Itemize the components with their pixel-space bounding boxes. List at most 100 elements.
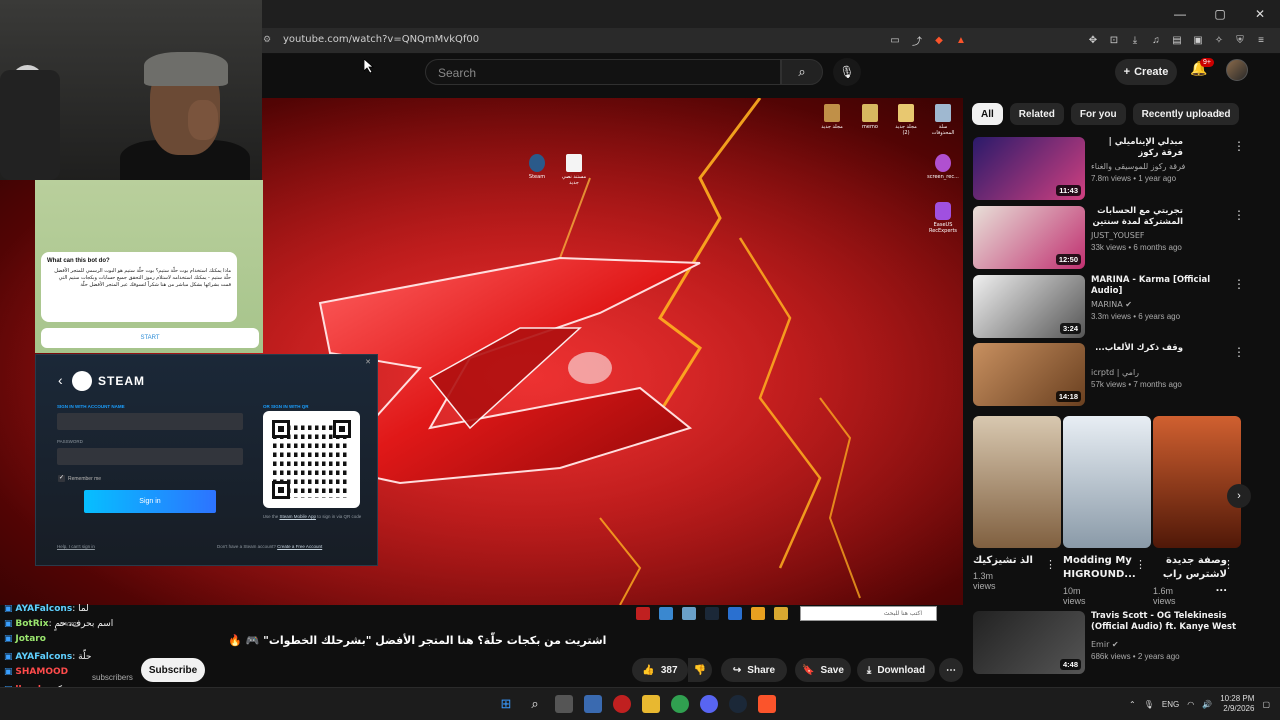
search-input[interactable]: Search <box>425 59 781 85</box>
sign-in-button[interactable]: Sign in <box>84 490 216 513</box>
clock[interactable]: 10:28 PM 2/9/2026 <box>1220 694 1254 714</box>
tray-overflow-icon[interactable]: ⌃ <box>1129 700 1136 709</box>
wallet-icon[interactable]: ▣ <box>1191 33 1205 47</box>
short-title[interactable]: Modding My HIGROUND... <box>1063 554 1136 582</box>
video-title[interactable]: مبدلي الإيناميلي | فرقة ركوز <box>1091 137 1183 159</box>
screenshot-icon[interactable]: ⊡ <box>1107 33 1121 47</box>
file-explorer-icon[interactable] <box>642 695 660 713</box>
recommendation-item[interactable]: 4:48 Travis Scott - OG Telekinesis (Offi… <box>973 611 1273 675</box>
checkbox-checked-icon[interactable]: ✓ <box>58 475 65 482</box>
video-thumbnail[interactable]: 4:48 <box>973 611 1085 674</box>
video-thumbnail[interactable]: 3:24 <box>973 275 1085 338</box>
close-button[interactable]: ✕ <box>1240 0 1280 28</box>
bot-start-button[interactable]: START <box>41 328 259 348</box>
vpn-icon[interactable]: ⛨ <box>1233 33 1247 47</box>
more-vertical-icon[interactable]: ⋮ <box>1233 208 1245 222</box>
steam-icon[interactable] <box>729 695 747 713</box>
notification-center-icon[interactable]: ▢ <box>1262 700 1270 709</box>
video-thumbnail[interactable]: 12:50 <box>973 206 1085 269</box>
channel-name[interactable]: JUST_YOUSEF <box>1091 231 1145 240</box>
minimize-button[interactable]: — <box>1160 0 1200 28</box>
subscriber-count: subscribers <box>92 673 133 682</box>
chip-all[interactable]: All <box>972 103 1003 125</box>
back-chevron-icon[interactable]: ‹ <box>58 372 63 388</box>
short-title[interactable]: الذ تشيزكيك <box>973 554 1053 568</box>
site-info-icon[interactable]: ⚙ <box>263 34 271 45</box>
downloads-icon[interactable]: ⤓ <box>1128 33 1142 47</box>
music-icon[interactable]: ♫ <box>1149 33 1163 47</box>
download-button[interactable]: ⤓ Download <box>857 658 935 682</box>
brave-icon[interactable] <box>758 695 776 713</box>
extensions-icon[interactable]: ✥ <box>1086 33 1100 47</box>
shorts-next-button[interactable]: › <box>1227 484 1251 508</box>
recommendation-item[interactable]: 12:50 تجربتي مع الحسابات المشتركة لمدة سن… <box>973 206 1273 270</box>
account-name-label: SIGN IN WITH ACCOUNT NAME <box>57 404 125 409</box>
voice-search-button[interactable]: 🎙 <box>833 58 861 86</box>
opera-icon[interactable] <box>613 695 631 713</box>
chevron-right-icon[interactable]: › <box>1218 106 1222 120</box>
wifi-icon[interactable]: ◠ <box>1187 700 1194 709</box>
chevron-right-icon: › <box>1237 490 1241 502</box>
discord-icon[interactable] <box>700 695 718 713</box>
channel-name[interactable]: Emir ✔ <box>1091 640 1119 649</box>
channel-name[interactable]: فرقة ركوز للموسيقى والغناء <box>1091 162 1185 171</box>
channel-name[interactable]: icrptd | رامي <box>1091 368 1139 377</box>
video-thumbnail[interactable]: 14:18 <box>973 343 1085 406</box>
like-button[interactable]: 👍 387 <box>632 658 688 682</box>
account-avatar[interactable] <box>1226 59 1248 81</box>
help-link[interactable]: Help, I can't sign in <box>57 544 95 549</box>
more-vertical-icon[interactable]: ⋮ <box>1233 139 1245 153</box>
share-button[interactable]: ↪ Share <box>721 658 787 682</box>
more-vertical-icon[interactable]: ⋮ <box>1233 277 1245 291</box>
leo-icon[interactable]: ✧ <box>1212 33 1226 47</box>
url-text[interactable]: youtube.com/watch?v=QNQmMvkQf00 <box>283 34 479 45</box>
account-name-input[interactable] <box>57 413 243 430</box>
short-thumbnail[interactable] <box>1063 416 1151 548</box>
more-vertical-icon[interactable]: ⋮ <box>1233 345 1245 359</box>
more-actions-button[interactable]: ⋯ <box>939 658 963 682</box>
video-title[interactable]: MARINA - Karma [Official Audio] <box>1091 275 1241 297</box>
more-vertical-icon[interactable]: ⋮ <box>1223 558 1234 571</box>
chip-for-you[interactable]: For you <box>1070 103 1126 125</box>
menu-icon[interactable]: ≡ <box>1254 33 1268 47</box>
cast-icon[interactable]: ▭ <box>888 33 902 47</box>
password-input[interactable] <box>57 448 243 465</box>
more-vertical-icon[interactable]: ⋮ <box>1045 558 1056 571</box>
search-icon[interactable]: ⌕ <box>526 695 544 713</box>
short-thumbnail[interactable] <box>973 416 1061 548</box>
store-icon[interactable] <box>584 695 602 713</box>
short-thumbnail[interactable] <box>1153 416 1241 548</box>
brave-shields-icon[interactable]: ◆ <box>932 33 946 47</box>
subscribe-button[interactable]: Subscribe <box>141 658 205 682</box>
close-icon[interactable]: ✕ <box>365 358 371 366</box>
dislike-button[interactable]: 👎 <box>688 658 712 682</box>
brave-rewards-icon[interactable]: ▲ <box>954 33 968 47</box>
chrome-icon[interactable] <box>671 695 689 713</box>
windows-start-icon[interactable]: ⊞ <box>497 695 515 713</box>
task-view-icon[interactable] <box>555 695 573 713</box>
recommendation-item[interactable]: 3:24 MARINA - Karma [Official Audio] MARIN… <box>973 275 1273 339</box>
volume-icon[interactable]: 🔊 <box>1202 700 1212 709</box>
share-page-icon[interactable]: ⤴ <box>910 33 924 48</box>
maximize-button[interactable]: ▢ <box>1200 0 1240 28</box>
recommendation-item[interactable]: 14:18 وقف ذكرك الألعاب... icrptd | رامي 57k… <box>973 343 1273 407</box>
recommendation-item[interactable]: 11:43 مبدلي الإيناميلي | فرقة ركوز فرقة رك… <box>973 137 1273 201</box>
create-button[interactable]: + Create <box>1115 59 1177 85</box>
steam-mobile-app-link[interactable]: Steam Mobile App <box>279 514 316 519</box>
chip-recently-uploaded[interactable]: Recently uploaded <box>1132 103 1240 125</box>
sidebar-icon[interactable]: ▤ <box>1170 33 1184 47</box>
video-title[interactable]: تجربتي مع الحسابات المشتركة لمدة سنتين <box>1091 206 1183 228</box>
mic-icon[interactable]: 🎙 <box>1144 700 1154 709</box>
more-vertical-icon[interactable]: ⋮ <box>1135 558 1146 571</box>
create-account-link[interactable]: Create a Free Account <box>277 544 322 549</box>
video-title[interactable]: Travis Scott - OG Telekinesis (Official … <box>1091 611 1241 633</box>
save-button[interactable]: 🔖 Save <box>795 658 851 682</box>
steam-wordmark: STEAM <box>98 374 145 388</box>
channel-name[interactable]: MARINA ✔ <box>1091 300 1132 309</box>
chip-related[interactable]: Related <box>1009 103 1064 125</box>
video-thumbnail[interactable]: 11:43 <box>973 137 1085 200</box>
search-button[interactable]: ⌕ <box>781 59 823 85</box>
remember-me[interactable]: ✓ Remember me <box>58 475 101 482</box>
language-indicator[interactable]: ENG <box>1162 700 1179 709</box>
video-title[interactable]: وقف ذكرك الألعاب... <box>1091 343 1183 354</box>
